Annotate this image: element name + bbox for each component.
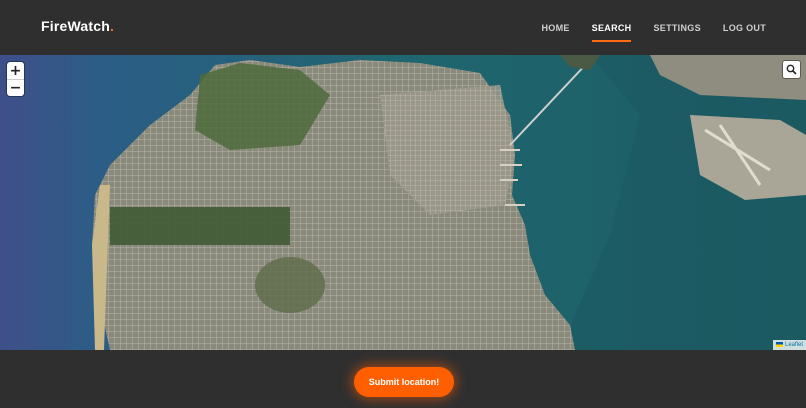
nav-home-link[interactable]: HOME (541, 19, 569, 37)
brand-accent-dot: . (109, 18, 115, 34)
nav-logout-link[interactable]: LOG OUT (723, 19, 766, 37)
zoom-control: + − (7, 62, 24, 96)
map-attribution[interactable]: Leaflet (772, 340, 806, 350)
map-search-button[interactable] (783, 61, 800, 78)
navbar: FireWatch. HOME SEARCH SETTINGS LOG OUT (0, 0, 806, 55)
magnifier-icon (786, 64, 797, 75)
attribution-link[interactable]: Leaflet (785, 342, 803, 348)
nav-search-link[interactable]: SEARCH (591, 19, 632, 42)
satellite-map[interactable] (0, 55, 806, 350)
brand-logo[interactable]: FireWatch. (41, 18, 114, 34)
zoom-out-button[interactable]: − (7, 79, 24, 96)
ukraine-flag-icon (775, 341, 783, 347)
nav-settings-link[interactable]: SETTINGS (653, 19, 700, 37)
submit-location-button[interactable]: Submit location! (354, 367, 454, 397)
satellite-imagery (0, 55, 806, 350)
brand-name: FireWatch (41, 18, 110, 34)
nav-links: HOME SEARCH SETTINGS LOG OUT (519, 0, 766, 55)
zoom-in-button[interactable]: + (7, 62, 24, 79)
